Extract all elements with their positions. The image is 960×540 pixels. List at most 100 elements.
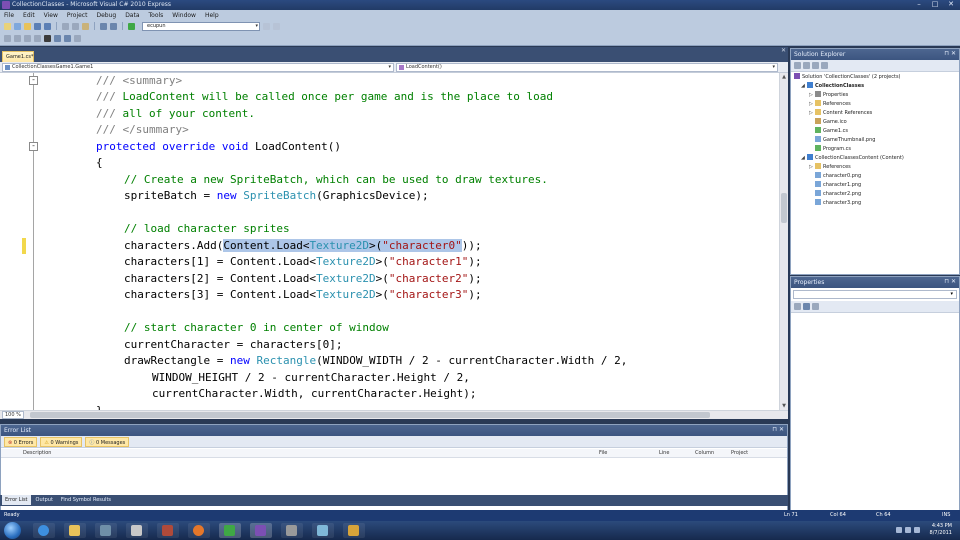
taskbar-camtasia[interactable] <box>219 523 241 538</box>
code-editor[interactable]: - - /// <summary> /// LoadContent will b… <box>0 73 779 410</box>
editor-horizontal-scrollbar[interactable]: 100 % <box>0 410 788 419</box>
next-bookmark-icon[interactable] <box>54 35 61 42</box>
minimize-icon[interactable]: – <box>912 0 926 9</box>
pin-icon[interactable]: ⊓ ✕ <box>772 426 784 433</box>
taskbar-app[interactable] <box>281 523 303 538</box>
show-all-files-icon[interactable] <box>803 62 810 69</box>
save-icon[interactable] <box>34 22 41 30</box>
comment-icon[interactable] <box>24 35 31 42</box>
tree-item[interactable]: character1.png <box>815 181 861 190</box>
messages-filter-button[interactable]: ⓘ 0 Messages <box>85 436 130 447</box>
taskbar-media-player[interactable] <box>95 523 117 538</box>
zoom-combo[interactable]: 100 % <box>2 411 24 419</box>
redo-icon[interactable] <box>110 22 117 30</box>
menu-file[interactable]: File <box>4 12 14 19</box>
tab-error-list[interactable]: Error List <box>2 495 31 505</box>
menu-project[interactable]: Project <box>67 12 88 19</box>
column-description[interactable]: Description <box>23 450 51 456</box>
column-project[interactable]: Project <box>731 450 748 456</box>
taskbar-ie[interactable] <box>33 523 55 538</box>
text-selection[interactable]: Content.Load<Texture2D>("character0" <box>223 239 462 252</box>
column-column[interactable]: Column <box>695 450 714 456</box>
properties-icon[interactable] <box>794 62 801 69</box>
new-project-icon[interactable] <box>4 22 11 30</box>
tab-game1-cs[interactable]: Game1.cs* <box>2 51 34 62</box>
tray-icon[interactable] <box>896 527 902 533</box>
solution-config-combo[interactable]: ecupun ▾ <box>142 21 260 31</box>
collapse-icon[interactable]: - <box>29 76 38 85</box>
save-all-icon[interactable] <box>44 22 51 30</box>
volume-icon[interactable] <box>914 527 920 533</box>
menu-debug[interactable]: Debug <box>96 12 116 19</box>
menu-view[interactable]: View <box>44 12 58 19</box>
menu-data[interactable]: Data <box>125 12 139 19</box>
uncomment-icon[interactable] <box>34 35 41 42</box>
tree-item[interactable]: ▷ References <box>809 100 851 109</box>
pin-icon[interactable]: ⊓ ✕ <box>944 50 956 57</box>
alphabetical-icon[interactable] <box>803 303 810 310</box>
tree-item[interactable]: ▷ Content References <box>809 109 872 118</box>
collapse-icon[interactable]: - <box>29 142 38 151</box>
tab-find-symbol-results[interactable]: Find Symbol Results <box>58 495 114 505</box>
undo-icon[interactable] <box>100 22 107 30</box>
paste-icon[interactable] <box>82 22 89 30</box>
taskbar-app[interactable] <box>312 523 334 538</box>
taskbar-clock[interactable]: 4:43 PM 8/7/2011 <box>930 523 952 537</box>
tab-output[interactable]: Output <box>33 495 56 505</box>
prev-bookmark-icon[interactable] <box>64 35 71 42</box>
type-dropdown[interactable]: CollectionClassesGame1.Game1 ▾ <box>2 63 394 72</box>
clear-bookmarks-icon[interactable] <box>74 35 81 42</box>
tree-item[interactable]: character2.png <box>815 190 861 199</box>
categorized-icon[interactable] <box>794 303 801 310</box>
copy-icon[interactable] <box>72 22 79 30</box>
toolbox-icon[interactable] <box>273 22 280 30</box>
taskbar-app[interactable] <box>157 523 179 538</box>
outdent-icon[interactable] <box>4 35 11 42</box>
taskbar-explorer[interactable] <box>64 523 86 538</box>
scroll-down-icon[interactable]: ▼ <box>780 402 788 410</box>
menu-tools[interactable]: Tools <box>149 12 164 19</box>
tree-item[interactable]: ▷ Properties <box>809 91 848 100</box>
tree-item[interactable]: character3.png <box>815 199 861 208</box>
taskbar-visual-csharp[interactable] <box>250 523 272 538</box>
tree-item-project[interactable]: ◢ CollectionClassesContent (Content) <box>801 154 904 163</box>
tree-item[interactable]: ▷ References <box>809 163 851 172</box>
tree-item-solution[interactable]: Solution 'CollectionClasses' (2 projects… <box>794 73 901 82</box>
taskbar-firefox[interactable] <box>188 523 210 538</box>
maximize-icon[interactable]: □ <box>928 0 942 9</box>
tree-item[interactable]: Game.ico <box>815 118 847 127</box>
start-debugging-icon[interactable] <box>128 22 135 30</box>
errors-filter-button[interactable]: ⊗ 0 Errors <box>4 436 38 447</box>
cut-icon[interactable] <box>62 22 69 30</box>
tree-item[interactable]: Program.cs <box>815 145 851 154</box>
pin-icon[interactable]: ⊓ ✕ <box>944 278 956 285</box>
find-icon[interactable] <box>263 22 270 30</box>
menu-help[interactable]: Help <box>205 12 219 19</box>
menu-edit[interactable]: Edit <box>23 12 35 19</box>
property-pages-icon[interactable] <box>812 303 819 310</box>
indent-icon[interactable] <box>14 35 21 42</box>
refresh-icon[interactable] <box>812 62 819 69</box>
menu-window[interactable]: Window <box>172 12 196 19</box>
open-file-icon[interactable] <box>24 22 31 30</box>
tree-item[interactable]: Game1.cs <box>815 127 848 136</box>
add-item-icon[interactable] <box>14 22 21 30</box>
properties-object-combo[interactable]: ▾ <box>793 290 957 299</box>
column-file[interactable]: File <box>599 450 607 456</box>
editor-vertical-scrollbar[interactable]: ▲ ▼ <box>779 73 788 410</box>
warnings-filter-button[interactable]: ⚠ 0 Warnings <box>40 436 83 447</box>
view-code-icon[interactable] <box>821 62 828 69</box>
scroll-thumb[interactable] <box>781 193 787 223</box>
bookmark-icon[interactable] <box>44 35 51 42</box>
tree-item[interactable]: GameThumbnail.png <box>815 136 875 145</box>
tree-item-project[interactable]: ◢ CollectionClasses <box>801 82 864 91</box>
close-icon[interactable]: ✕ <box>944 0 958 9</box>
taskbar-app[interactable] <box>343 523 365 538</box>
column-line[interactable]: Line <box>659 450 669 456</box>
start-button-icon[interactable] <box>4 522 21 539</box>
member-dropdown[interactable]: LoadContent() ▾ <box>396 63 778 72</box>
tree-item[interactable]: character0.png <box>815 172 861 181</box>
close-tab-icon[interactable]: ✕ <box>781 47 786 54</box>
scroll-thumb[interactable] <box>30 412 710 418</box>
scroll-up-icon[interactable]: ▲ <box>780 73 788 81</box>
